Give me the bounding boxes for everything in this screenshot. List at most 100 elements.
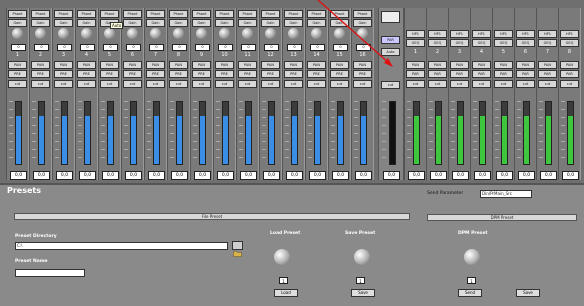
gain-value[interactable]: 0 [149, 44, 164, 51]
gain-value[interactable]: 0 [103, 44, 118, 51]
geq-button[interactable]: GEQ [472, 39, 491, 47]
par-button[interactable]: PAR [538, 70, 557, 78]
pre-button[interactable]: PRE [146, 70, 165, 78]
cut-button[interactable]: cut [516, 80, 535, 88]
load-preset-knob[interactable] [274, 249, 290, 265]
gain-value[interactable]: 0 [195, 44, 210, 51]
gain-knob[interactable] [334, 28, 345, 39]
load-preset-number[interactable]: 1 [279, 277, 288, 284]
cut-button[interactable]: cut [353, 80, 372, 88]
pre-button[interactable]: PRE [307, 70, 326, 78]
gain-button[interactable]: Gain [169, 19, 188, 27]
par-button[interactable]: PAR [516, 70, 535, 78]
gain-value[interactable]: 0 [34, 44, 49, 51]
par-button[interactable]: PAR [494, 70, 513, 78]
cut-button[interactable]: cut [146, 80, 165, 88]
pan-button[interactable]: PAN [330, 61, 349, 69]
pre-button[interactable]: PRE [215, 70, 234, 78]
pan-button[interactable]: PAN [353, 61, 372, 69]
phantom-button[interactable]: Phant [100, 10, 119, 18]
pan-button[interactable]: PAN [472, 61, 491, 69]
gain-button[interactable]: Gain [330, 19, 349, 27]
hpf-button[interactable]: HP1 [560, 30, 579, 38]
gain-value[interactable]: 0 [126, 44, 141, 51]
load-button[interactable]: Load [274, 289, 298, 297]
pre-button[interactable]: PRE [123, 70, 142, 78]
gain-button[interactable]: Gain [353, 19, 372, 27]
phantom-button[interactable]: Phant [146, 10, 165, 18]
phantom-button[interactable]: Phant [192, 10, 211, 18]
pan-button[interactable]: PAN [284, 61, 303, 69]
pre-button[interactable]: PRE [192, 70, 211, 78]
pre-button[interactable]: PRE [284, 70, 303, 78]
preset-directory-field[interactable]: C:\ [15, 242, 228, 250]
geq-button[interactable]: GEQ [406, 39, 425, 47]
pre-button[interactable]: PRE [353, 70, 372, 78]
cut-button[interactable]: cut [169, 80, 188, 88]
gain-value[interactable]: 0 [11, 44, 26, 51]
pre-button[interactable]: PRE [8, 70, 27, 78]
cut-button[interactable]: cut [472, 80, 491, 88]
cut-button[interactable]: cut [406, 80, 425, 88]
pan-button[interactable]: PAN [8, 61, 27, 69]
pan-button[interactable]: PAN [406, 61, 425, 69]
pre-button[interactable]: PRE [31, 70, 50, 78]
hpf-button[interactable]: HP1 [494, 30, 513, 38]
cut-button[interactable]: cut [330, 80, 349, 88]
pan-button[interactable]: PAN [560, 61, 579, 69]
geq-button[interactable]: GEQ [560, 39, 579, 47]
master-par-button[interactable]: PAR [381, 36, 400, 44]
pan-button[interactable]: PAN [31, 61, 50, 69]
gain-button[interactable]: Gain [77, 19, 96, 27]
pan-button[interactable]: PAN [516, 61, 535, 69]
save-preset-knob[interactable] [354, 249, 370, 265]
pan-button[interactable]: PAN [307, 61, 326, 69]
gain-value[interactable]: 0 [356, 44, 371, 51]
gain-value[interactable]: 0 [218, 44, 233, 51]
phantom-button[interactable]: Phant [77, 10, 96, 18]
par-button[interactable]: PAR [406, 70, 425, 78]
par-button[interactable]: PAR [450, 70, 469, 78]
phantom-button[interactable]: Phant [284, 10, 303, 18]
gain-knob[interactable] [196, 28, 207, 39]
gain-knob[interactable] [104, 28, 115, 39]
gain-knob[interactable] [58, 28, 69, 39]
save-button[interactable]: Save [351, 289, 375, 297]
gain-knob[interactable] [35, 28, 46, 39]
gain-button[interactable]: Gain [54, 19, 73, 27]
gain-value[interactable]: 0 [57, 44, 72, 51]
gain-knob[interactable] [311, 28, 322, 39]
gain-knob[interactable] [288, 28, 299, 39]
cut-button[interactable]: cut [307, 80, 326, 88]
par-button[interactable]: PAR [428, 70, 447, 78]
send-button[interactable]: Send [458, 289, 482, 297]
dpm-save-button[interactable]: Save [516, 289, 540, 297]
phantom-button[interactable]: Phant [54, 10, 73, 18]
gain-knob[interactable] [173, 28, 184, 39]
master-auto-button[interactable]: Auto [381, 48, 400, 56]
phantom-button[interactable]: Phant [238, 10, 257, 18]
pan-button[interactable]: PAN [54, 61, 73, 69]
hpf-button[interactable]: HP1 [428, 30, 447, 38]
gain-knob[interactable] [127, 28, 138, 39]
phantom-button[interactable]: Phant [31, 10, 50, 18]
phantom-button[interactable]: Phant [353, 10, 372, 18]
pan-button[interactable]: PAN [215, 61, 234, 69]
geq-button[interactable]: GEQ [450, 39, 469, 47]
pan-button[interactable]: PAN [169, 61, 188, 69]
phantom-button[interactable]: Phant [215, 10, 234, 18]
hpf-button[interactable]: HP1 [472, 30, 491, 38]
gain-button[interactable]: Gain [31, 19, 50, 27]
pre-button[interactable]: PRE [261, 70, 280, 78]
folder-icon[interactable] [232, 241, 243, 257]
gain-button[interactable]: Gain [261, 19, 280, 27]
cut-button[interactable]: cut [192, 80, 211, 88]
cut-button[interactable]: cut [538, 80, 557, 88]
gain-value[interactable]: 0 [172, 44, 187, 51]
phantom-button[interactable]: Phant [8, 10, 27, 18]
gain-button[interactable]: Gain [192, 19, 211, 27]
pan-button[interactable]: PAN [192, 61, 211, 69]
pan-button[interactable]: PAN [450, 61, 469, 69]
gain-knob[interactable] [265, 28, 276, 39]
gain-button[interactable]: Gain [307, 19, 326, 27]
